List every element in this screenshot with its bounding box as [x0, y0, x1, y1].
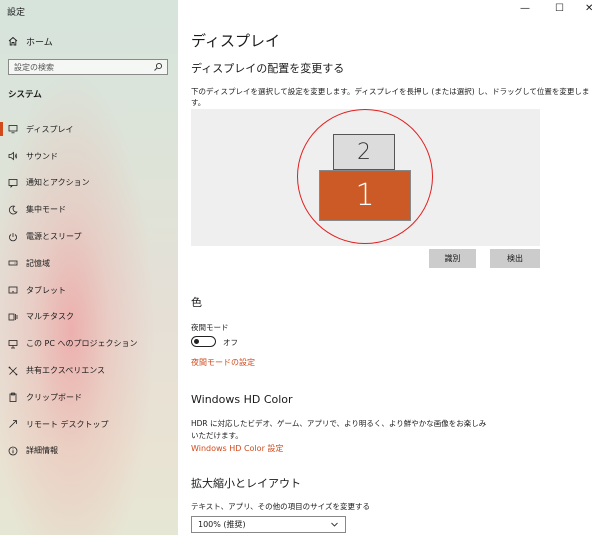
power-icon: [9, 232, 17, 241]
maximize-button[interactable]: ☐: [555, 3, 564, 14]
home-link[interactable]: ホーム: [8, 33, 53, 49]
section-title: システム: [8, 90, 42, 100]
multitask-icon: [8, 313, 18, 321]
notification-icon: [8, 179, 18, 188]
sidebar-item-label: この PC へのプロジェクション: [26, 339, 138, 349]
highlight-circle: [297, 109, 433, 244]
search-icon[interactable]: [153, 62, 163, 72]
sidebar-item-clipboard[interactable]: クリップボード: [0, 384, 178, 411]
info-icon: [8, 446, 18, 456]
close-button[interactable]: ✕: [585, 3, 593, 14]
night-light-settings-link[interactable]: 夜間モードの設定: [191, 357, 255, 368]
sidebar-item-notifications[interactable]: 通知とアクション: [0, 170, 178, 197]
sidebar-item-label: 電源とスリープ: [26, 232, 82, 242]
sidebar-item-label: リモート デスクトップ: [26, 419, 109, 429]
hdr-description-line1: HDR に対応したビデオ、ゲーム、アプリで、より明るく、より鮮やかな画像をお楽し…: [191, 419, 487, 428]
scale-heading: 拡大縮小とレイアウト: [191, 477, 301, 490]
remote-icon: [9, 420, 17, 428]
sidebar-item-remote[interactable]: リモート デスクトップ: [0, 411, 178, 438]
search-input[interactable]: 設定の検索: [8, 59, 168, 75]
detect-button[interactable]: 検出: [490, 249, 540, 268]
tablet-icon: [8, 286, 18, 294]
sidebar-nav: ディスプレイ サウンド 通知とアクション 集中モード 電源とスリープ 記憶域 タ…: [0, 116, 178, 464]
sidebar-item-power[interactable]: 電源とスリープ: [0, 223, 178, 250]
arrange-description: 下のディスプレイを選択して設定を変更します。ディスプレイを長押し (または選択)…: [191, 87, 590, 107]
night-light-label: 夜間モード: [191, 323, 229, 332]
sidebar-item-label: タブレット: [26, 285, 66, 295]
scale-value: 100% (推奨): [198, 520, 246, 529]
home-icon: [8, 36, 18, 46]
sidebar-item-tablet[interactable]: タブレット: [0, 277, 178, 304]
sidebar-item-label: 共有エクスペリエンス: [26, 366, 106, 376]
sidebar-item-focus[interactable]: 集中モード: [0, 196, 178, 223]
projection-icon: [8, 339, 18, 349]
hdr-description-line2: いただけます。: [191, 431, 243, 440]
monitor-icon: [8, 125, 18, 134]
minimize-button[interactable]: —: [520, 3, 530, 14]
sidebar-item-multitask[interactable]: マルチタスク: [0, 304, 178, 331]
page-title: ディスプレイ: [191, 32, 280, 50]
sidebar-item-label: 詳細情報: [26, 446, 58, 456]
chevron-down-icon: [331, 522, 338, 527]
search-placeholder: 設定の検索: [14, 62, 54, 72]
sidebar-item-label: 通知とアクション: [26, 178, 90, 188]
color-heading: 色: [191, 296, 202, 309]
sidebar-item-label: クリップボード: [26, 392, 82, 402]
sidebar-item-about[interactable]: 詳細情報: [0, 438, 178, 465]
hdr-heading: Windows HD Color: [191, 393, 293, 406]
window-controls: — ☐ ✕: [500, 3, 600, 17]
identify-button[interactable]: 識別: [429, 249, 476, 268]
share-icon: [8, 366, 18, 375]
sidebar-item-display[interactable]: ディスプレイ: [0, 116, 178, 143]
sidebar-item-label: 記憶域: [26, 258, 50, 268]
sidebar-item-label: 集中モード: [26, 205, 66, 215]
arrange-heading: ディスプレイの配置を変更する: [191, 62, 345, 75]
hdr-settings-link[interactable]: Windows HD Color 設定: [191, 443, 283, 454]
sidebar-item-label: マルチタスク: [26, 312, 74, 322]
app-title: 設定: [7, 8, 26, 18]
storage-icon: [8, 260, 18, 266]
sidebar: 設定 ホーム 設定の検索 システム ディスプレイ サウンド 通知とアクション 集…: [0, 0, 178, 535]
speaker-icon: [8, 151, 18, 161]
sidebar-item-label: ディスプレイ: [26, 124, 74, 134]
sidebar-item-sound[interactable]: サウンド: [0, 143, 178, 170]
sidebar-item-storage[interactable]: 記憶域: [0, 250, 178, 277]
toggle-state-text: オフ: [223, 338, 238, 347]
home-label: ホーム: [26, 37, 53, 48]
sidebar-item-shared[interactable]: 共有エクスペリエンス: [0, 357, 178, 384]
moon-icon: [8, 205, 18, 215]
scale-dropdown[interactable]: 100% (推奨): [191, 516, 346, 533]
clipboard-icon: [9, 393, 17, 403]
night-light-toggle[interactable]: [191, 336, 216, 347]
sidebar-item-projection[interactable]: この PC へのプロジェクション: [0, 330, 178, 357]
scale-label: テキスト、アプリ、その他の項目のサイズを変更する: [191, 502, 370, 511]
sidebar-item-label: サウンド: [26, 151, 58, 161]
